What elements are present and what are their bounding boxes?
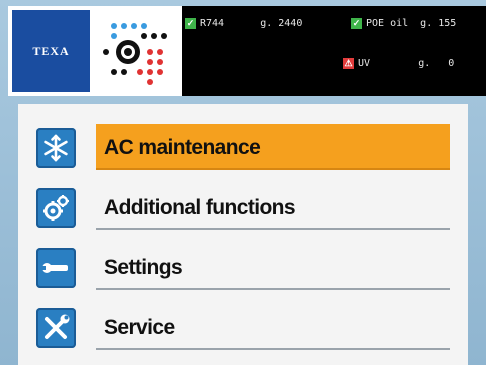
check-icon: ✓ bbox=[185, 18, 196, 29]
tools-icon bbox=[36, 308, 76, 348]
menu-item-ac-maintenance[interactable]: AC maintenance bbox=[18, 124, 468, 170]
device-screen: TEXA ✓ R744 g. 2440 ✓ POE oil g. 155 ⚠ U… bbox=[0, 0, 486, 365]
snowflake-icon bbox=[36, 128, 76, 168]
menu-item-settings[interactable]: Settings bbox=[18, 244, 468, 290]
check-icon: ✓ bbox=[351, 18, 362, 29]
menu-item-row: Additional functions bbox=[96, 184, 450, 230]
menu-item-label: AC maintenance bbox=[104, 136, 261, 159]
menu-item-label: Settings bbox=[104, 256, 183, 279]
menu-item-highlight: AC maintenance bbox=[96, 124, 450, 170]
refrigerant-status: R744 g. 2440 bbox=[200, 18, 303, 29]
warning-icon: ⚠ bbox=[343, 58, 354, 69]
menu-item-row: Service bbox=[96, 304, 450, 350]
texa-logo: TEXA bbox=[8, 6, 94, 96]
uv-status: UV g. 0 bbox=[358, 58, 455, 69]
dots-logo-icon bbox=[94, 6, 182, 96]
status-bar: TEXA ✓ R744 g. 2440 ✓ POE oil g. 155 ⚠ U… bbox=[8, 6, 486, 96]
menu-item-label: Service bbox=[104, 316, 175, 339]
main-menu: AC maintenance Additional functions Sett… bbox=[18, 104, 468, 365]
menu-item-row: Settings bbox=[96, 244, 450, 290]
menu-item-additional-functions[interactable]: Additional functions bbox=[18, 184, 468, 230]
menu-item-label: Additional functions bbox=[104, 196, 296, 219]
oil-status: POE oil g. 155 bbox=[366, 18, 457, 29]
menu-item-service[interactable]: Service bbox=[18, 304, 468, 350]
brand-text: TEXA bbox=[32, 43, 70, 58]
gears-icon bbox=[36, 188, 76, 228]
wrench-icon bbox=[36, 248, 76, 288]
